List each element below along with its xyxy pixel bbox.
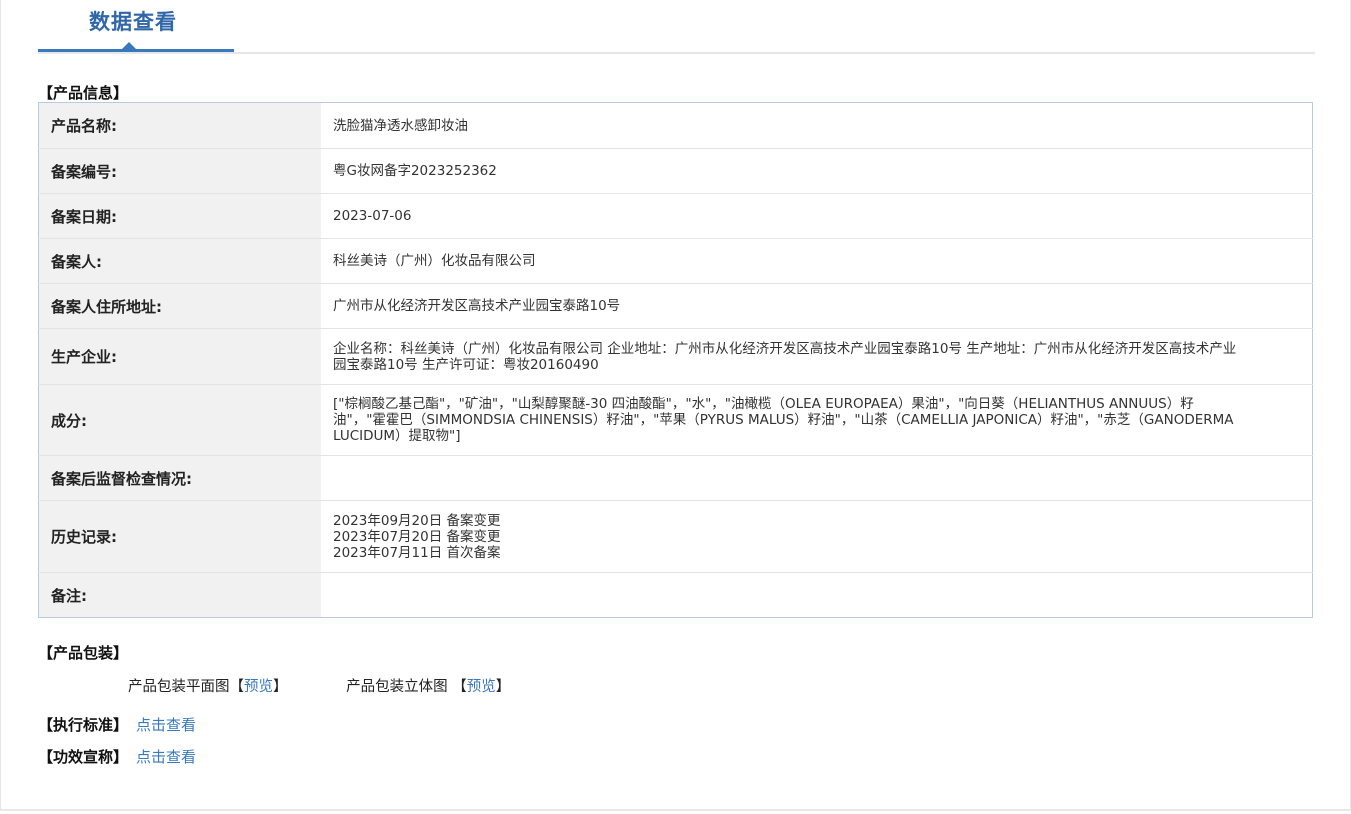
info-row-label: 生产企业: — [38, 328, 321, 385]
info-row: 备案日期: 2023-07-06 — [38, 193, 1313, 239]
bracket-close: 】 — [495, 679, 511, 695]
bracket-close: 】 — [273, 679, 288, 695]
standard-row: 【执行标准】 点击查看 — [38, 714, 196, 735]
info-row-label: 历史记录: — [38, 500, 321, 573]
info-row-value: 2023年09月20日 备案变更 2023年07月20日 备案变更 2023年07月… — [321, 500, 1313, 573]
info-row: 备注: — [38, 572, 1313, 618]
info-row-label: 备案人: — [38, 238, 321, 284]
info-row-value: 粤G妆网备字2023252362 — [321, 148, 1313, 194]
history-entry: 2023年07月20日 备案变更 — [333, 528, 501, 545]
info-row-value — [321, 572, 1313, 618]
info-row-label: 备注: — [38, 572, 321, 618]
claim-view-link[interactable]: 点击查看 — [136, 748, 196, 766]
info-row-value: 科丝美诗（广州）化妆品有限公司 — [321, 238, 1313, 284]
product-info-heading: 【产品信息】 — [38, 84, 129, 102]
info-row: 备案人: 科丝美诗（广州）化妆品有限公司 — [38, 238, 1313, 284]
info-row-label: 产品名称: — [38, 102, 321, 149]
packaging-flat-label: 产品包装平面图 — [128, 679, 230, 695]
standard-label: 【执行标准】 — [38, 716, 129, 734]
info-row-label: 成分: — [38, 384, 321, 456]
tab-bar: 数据查看 — [38, 0, 1315, 54]
info-row: 备案后监督检查情况: — [38, 455, 1313, 501]
info-row-label: 备案人住所地址: — [38, 283, 321, 329]
info-row-label: 备案后监督检查情况: — [38, 455, 321, 501]
history-entry: 2023年09月20日 备案变更 — [333, 512, 501, 529]
tab-active-caret-icon — [122, 42, 136, 49]
packaging-flat-item: 产品包装平面图【预览】 — [128, 675, 288, 696]
page-container: 数据查看 【产品信息】 产品名称: 洗脸猫净透水感卸妆油 备案编号: 粤G妆网备字20… — [0, 0, 1351, 811]
standard-view-link[interactable]: 点击查看 — [136, 716, 196, 734]
packaging-stereo-item: 产品包装立体图 【预览】 — [346, 675, 510, 696]
info-row-value: 广州市从化经济开发区高技术产业园宝泰路10号 — [321, 283, 1313, 329]
info-row-value: 洗脸猫净透水感卸妆油 — [333, 117, 468, 134]
bracket-open: 【 — [229, 679, 245, 695]
info-row: 成分: ["棕榈酸乙基己酯"，"矿油"，"山梨醇聚醚-30 四油酸酯"，"水"，"… — [38, 384, 1313, 456]
tab-data-view[interactable]: 数据查看 — [89, 6, 177, 36]
info-row-value: 企业名称：科丝美诗（广州）化妆品有限公司 企业地址：广州市从化经济开发区高技术产… — [321, 328, 1313, 385]
tab-active-underline — [38, 49, 234, 52]
info-row-value: ["棕榈酸乙基己酯"，"矿油"，"山梨醇聚醚-30 四油酸酯"，"水"，"油橄榄… — [321, 384, 1313, 456]
packaging-stereo-label: 产品包装立体图 — [346, 679, 453, 695]
packaging-flat-preview-link[interactable]: 预览 — [244, 679, 273, 695]
info-row-label: 备案日期: — [38, 193, 321, 239]
packaging-row: 产品包装平面图【预览】 产品包装立体图 【预览】 — [128, 675, 510, 696]
info-row: 历史记录: 2023年09月20日 备案变更 2023年07月20日 备案变更 202… — [38, 500, 1313, 573]
info-row: 生产企业: 企业名称：科丝美诗（广州）化妆品有限公司 企业地址：广州市从化经济开发… — [38, 328, 1313, 385]
claim-label: 【功效宣称】 — [38, 748, 129, 766]
info-row-label: 备案编号: — [38, 148, 321, 194]
claim-row: 【功效宣称】 点击查看 — [38, 746, 196, 767]
info-row: 备案编号: 粤G妆网备字2023252362 — [38, 148, 1313, 194]
history-entry: 2023年07月11日 首次备案 — [333, 544, 501, 561]
info-row: 备案人住所地址: 广州市从化经济开发区高技术产业园宝泰路10号 — [38, 283, 1313, 329]
bracket-open: 【 — [452, 679, 467, 695]
info-row: 产品名称: 洗脸猫净透水感卸妆油 — [38, 102, 1313, 149]
info-row-value — [321, 455, 1313, 501]
packaging-heading: 【产品包装】 — [38, 644, 129, 662]
packaging-stereo-preview-link[interactable]: 预览 — [467, 679, 496, 695]
product-info-table: 产品名称: 洗脸猫净透水感卸妆油 备案编号: 粤G妆网备字2023252362 备案日期… — [38, 102, 1313, 618]
info-row-value: 2023-07-06 — [321, 193, 1313, 239]
